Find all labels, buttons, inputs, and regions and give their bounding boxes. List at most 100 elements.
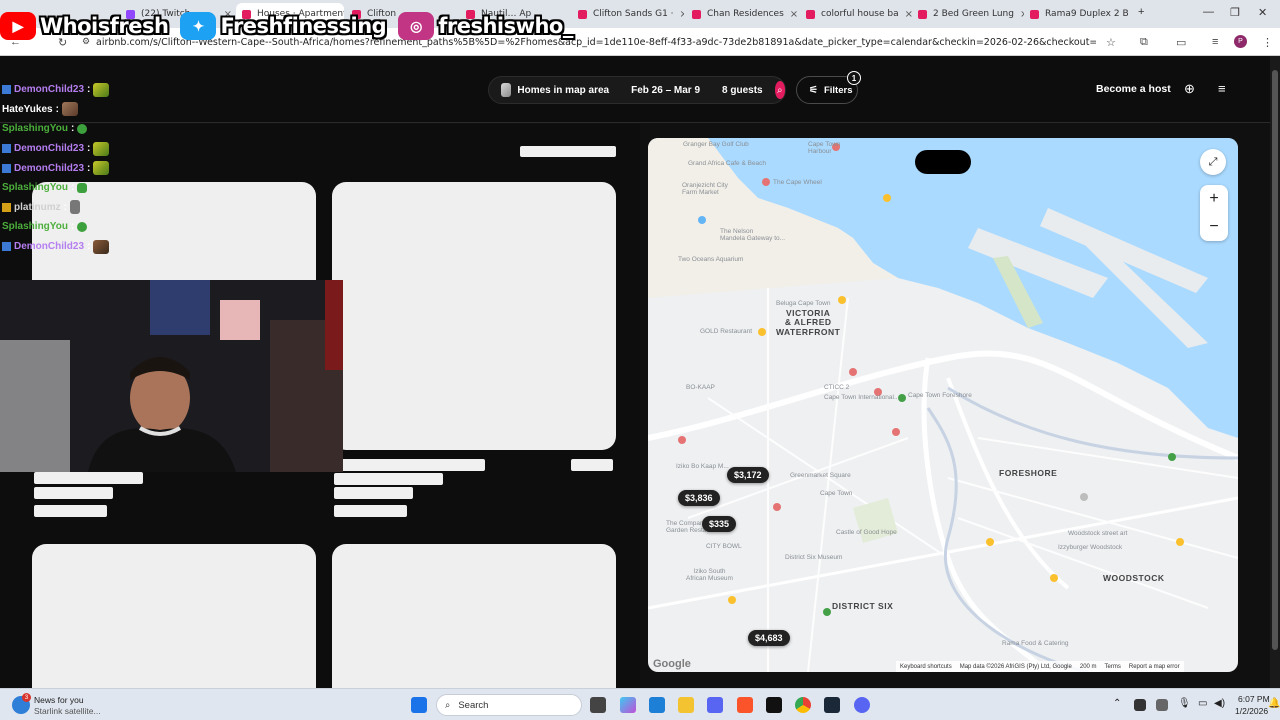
file-explorer-icon[interactable] <box>678 697 694 713</box>
zoom-in-button[interactable]: + <box>1200 185 1228 213</box>
map-label: Greenmarket Square <box>790 472 851 479</box>
youtube-icon: ▶ <box>0 12 36 40</box>
close-icon[interactable]: × <box>1135 9 1136 20</box>
minimize-icon[interactable]: — <box>1203 6 1214 18</box>
teams-icon[interactable] <box>707 697 723 713</box>
scrollbar-thumb[interactable] <box>1272 70 1278 650</box>
app-icon[interactable] <box>766 697 782 713</box>
tab-chan-residences[interactable]: Chan Residences × <box>686 3 798 25</box>
tab-rama9-duplex[interactable]: Rama9 Duplex 2 B × <box>1024 3 1136 25</box>
store-icon[interactable] <box>649 697 665 713</box>
tray-app-icon[interactable] <box>1156 699 1168 711</box>
steam-icon[interactable] <box>824 697 840 713</box>
badge-icon <box>2 202 11 212</box>
price-pin[interactable]: $4,683 <box>748 630 790 646</box>
search-location[interactable]: Homes in map area <box>517 85 609 96</box>
listing-title-skeleton <box>334 459 485 471</box>
listing-card-skeleton[interactable] <box>332 544 616 704</box>
tray-app-icon[interactable] <box>1134 699 1146 711</box>
poi-pin[interactable] <box>1168 453 1176 461</box>
profile-avatar[interactable]: P <box>1234 35 1247 48</box>
reading-list-icon[interactable]: ≡ <box>1212 36 1218 48</box>
task-view-icon[interactable] <box>590 697 606 713</box>
emote-icon <box>93 82 110 97</box>
terms-link[interactable]: Terms <box>1105 664 1121 670</box>
chat-username: DemonChild23 <box>14 241 85 253</box>
sub-badge-icon <box>2 85 11 95</box>
tab-colorful-house[interactable]: colorful house ba × <box>800 3 912 25</box>
volume-icon[interactable]: ◀) <box>1214 698 1225 709</box>
close-icon[interactable]: × <box>790 9 798 20</box>
restore-icon[interactable]: ❐ <box>1230 6 1240 19</box>
tray-chevron-icon[interactable]: ⌃ <box>1113 698 1121 709</box>
clock-date[interactable]: 1/2/2026 <box>1235 706 1268 716</box>
listing-dates-skeleton <box>334 487 413 499</box>
bookmark-star-icon[interactable]: ☆ <box>1106 36 1116 49</box>
tab-2-bed-green-lung[interactable]: 2 Bed Green Lung× <box>912 3 1024 25</box>
poi-pin[interactable] <box>728 596 736 604</box>
tab-clifton-sands[interactable]: Clifton Sands G1 · × <box>572 3 684 25</box>
chat-username: DemonChild23 <box>14 162 85 174</box>
close-icon[interactable]: × <box>680 9 684 20</box>
zoom-out-button[interactable]: − <box>1200 213 1228 241</box>
chrome-icon[interactable] <box>795 697 811 713</box>
search-button[interactable]: ⌕ <box>774 81 785 99</box>
chat-username: SplashingYou <box>2 182 68 194</box>
extensions-icon[interactable]: ⧉ <box>1140 36 1148 49</box>
report-error-link[interactable]: Report a map error <box>1129 664 1180 670</box>
cast-icon[interactable]: ▭ <box>1176 36 1186 49</box>
search-bar[interactable]: Homes in map area Feb 26 – Mar 9 8 guest… <box>488 76 786 104</box>
become-host-link[interactable]: Become a host <box>1096 83 1171 95</box>
poi-pin[interactable] <box>1176 538 1184 546</box>
clock-time[interactable]: 6:07 PM <box>1238 694 1270 704</box>
poi-pin[interactable] <box>698 216 706 224</box>
poi-pin[interactable] <box>758 328 766 336</box>
chat-username: DemonChild23 <box>14 143 85 155</box>
poi-pin[interactable] <box>1080 493 1088 501</box>
map-label: BO-KAAP <box>686 384 715 391</box>
poi-pin[interactable] <box>1050 574 1058 582</box>
close-icon[interactable]: × <box>905 9 912 20</box>
page-scrollbar[interactable] <box>1270 56 1280 688</box>
listing-price-skeleton <box>334 505 407 517</box>
filters-button[interactable]: ⚟ Filters 1 <box>796 71 861 104</box>
expand-map-button[interactable]: ⤢ <box>1200 149 1226 175</box>
poi-pin[interactable] <box>986 538 994 546</box>
poi-pin[interactable] <box>883 194 891 202</box>
notifications-bell-icon[interactable]: 🔔 <box>1268 698 1280 709</box>
copilot-icon[interactable] <box>620 697 636 713</box>
sliders-icon: ⚟ <box>809 84 818 96</box>
windows-start-icon[interactable] <box>411 697 427 713</box>
brave-icon[interactable] <box>737 697 753 713</box>
map-search-area-pill[interactable] <box>915 150 971 174</box>
listing-card-skeleton[interactable] <box>332 182 616 450</box>
price-pin[interactable]: $3,836 <box>678 490 720 506</box>
discord-icon[interactable] <box>854 697 870 713</box>
poi-pin[interactable] <box>762 178 770 186</box>
listing-card-skeleton[interactable] <box>32 544 316 704</box>
taskbar-search[interactable]: ⌕ Search <box>436 694 582 716</box>
poi-pin[interactable] <box>838 296 846 304</box>
search-guests[interactable]: 8 guests <box>722 85 763 96</box>
poi-pin[interactable] <box>892 428 900 436</box>
poi-pin[interactable] <box>823 608 831 616</box>
emote-icon <box>77 123 88 134</box>
news-title[interactable]: News for you <box>34 695 84 705</box>
keyboard-shortcuts-link[interactable]: Keyboard shortcuts <box>900 664 952 670</box>
listing-rating-skeleton <box>571 459 613 471</box>
menu-kebab-icon[interactable]: ⋮ <box>1262 36 1273 49</box>
poi-pin[interactable] <box>849 368 857 376</box>
new-tab-button[interactable]: + <box>1138 6 1144 18</box>
airbnb-icon <box>806 9 815 19</box>
microphone-icon[interactable]: 🎙 <box>1178 698 1191 709</box>
globe-icon[interactable]: ⊕ <box>1184 81 1195 97</box>
poi-pin[interactable] <box>678 436 686 444</box>
price-pin[interactable]: $335 <box>702 516 737 532</box>
close-window-icon[interactable]: ✕ <box>1258 6 1267 19</box>
hamburger-menu-icon[interactable]: ≡ <box>1218 81 1226 96</box>
network-icon[interactable]: ▭ <box>1198 698 1207 709</box>
search-dates[interactable]: Feb 26 – Mar 9 <box>631 85 700 96</box>
price-pin[interactable]: $3,172 <box>727 467 769 483</box>
map-panel[interactable]: Granger Bay Golf Club Grand Africa Cafe … <box>648 138 1238 672</box>
poi-pin[interactable] <box>773 503 781 511</box>
